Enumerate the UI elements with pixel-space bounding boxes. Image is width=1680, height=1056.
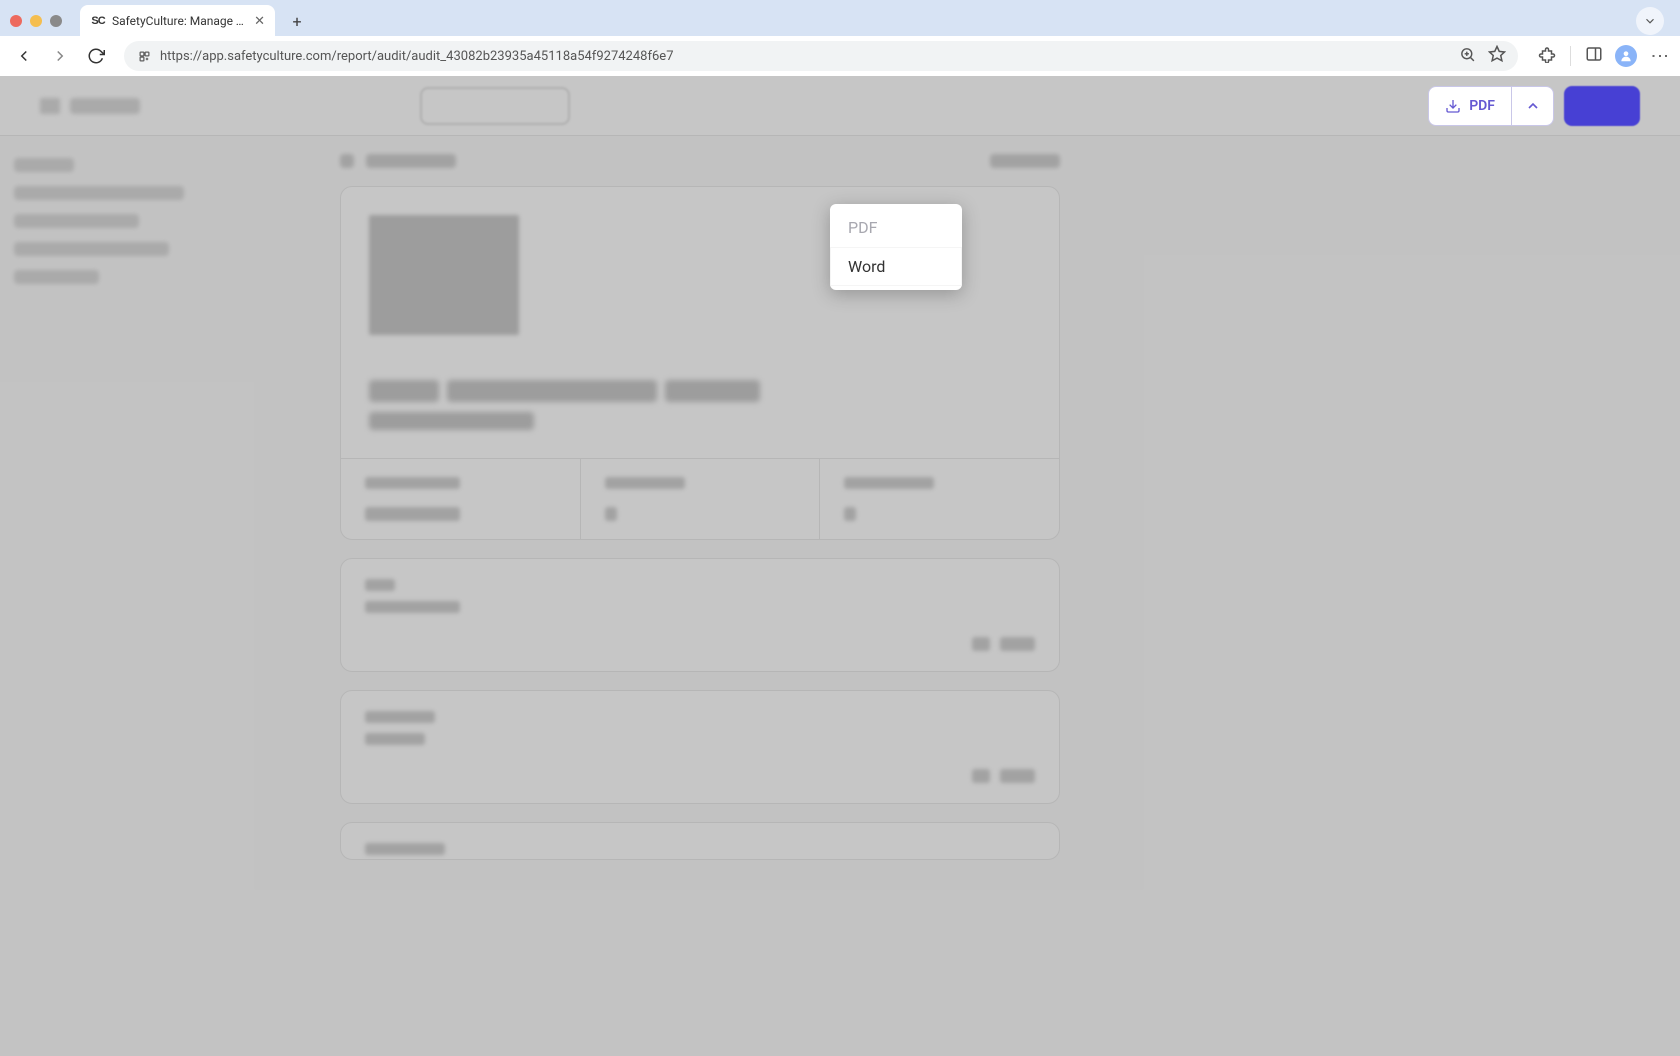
download-button-label: PDF bbox=[1469, 98, 1495, 114]
sidebar-item[interactable] bbox=[14, 270, 99, 284]
section-action[interactable] bbox=[1000, 769, 1035, 783]
download-format-toggle[interactable] bbox=[1512, 86, 1554, 126]
breadcrumb-icon[interactable] bbox=[340, 154, 354, 168]
meta-value bbox=[365, 507, 460, 521]
meta-col bbox=[820, 459, 1059, 539]
sidebar-item[interactable] bbox=[14, 214, 139, 228]
download-format-dropdown: PDF Word bbox=[830, 204, 962, 290]
meta-value bbox=[844, 507, 856, 521]
breadcrumb-row bbox=[340, 154, 1060, 168]
section-action[interactable] bbox=[1000, 637, 1035, 651]
tab-favicon: SC bbox=[90, 13, 106, 29]
url-text: https://app.safetyculture.com/report/aud… bbox=[160, 49, 1451, 64]
section-title bbox=[365, 579, 395, 591]
address-row: https://app.safetyculture.com/report/aud… bbox=[0, 36, 1680, 76]
sidebar-item[interactable] bbox=[14, 186, 184, 200]
breadcrumb-text bbox=[366, 154, 456, 168]
brand-logo bbox=[70, 98, 140, 114]
close-tab-icon[interactable]: ✕ bbox=[254, 14, 265, 29]
sidebar bbox=[0, 136, 280, 1056]
section-value bbox=[365, 733, 425, 745]
download-pdf-button[interactable]: PDF bbox=[1428, 86, 1512, 126]
address-bar[interactable]: https://app.safetyculture.com/report/aud… bbox=[124, 41, 1518, 71]
subtitle bbox=[369, 412, 534, 430]
browser-tab[interactable]: SC SafetyCulture: Manage Teams and... ✕ bbox=[80, 5, 275, 37]
browser-actions: ⋮ bbox=[1538, 45, 1670, 67]
download-split-button: PDF bbox=[1428, 86, 1640, 126]
maximize-window-button[interactable] bbox=[50, 15, 62, 27]
reload-button[interactable] bbox=[82, 42, 110, 70]
minimize-window-button[interactable] bbox=[30, 15, 42, 27]
main-content bbox=[280, 136, 1680, 1056]
report-section-card bbox=[340, 822, 1060, 860]
meta-label bbox=[844, 477, 934, 489]
zoom-icon[interactable] bbox=[1459, 46, 1476, 67]
app-viewport: PDF bbox=[0, 76, 1680, 1056]
meta-col bbox=[581, 459, 821, 539]
bookmark-icon[interactable] bbox=[1488, 45, 1506, 67]
dropdown-item-pdf[interactable]: PDF bbox=[830, 208, 962, 247]
new-tab-button[interactable]: + bbox=[283, 7, 311, 35]
window-controls bbox=[10, 15, 62, 27]
search-input[interactable] bbox=[420, 87, 570, 125]
app-header: PDF bbox=[0, 76, 1680, 136]
tab-title: SafetyCulture: Manage Teams and... bbox=[112, 14, 248, 28]
tabs-dropdown-button[interactable] bbox=[1636, 7, 1664, 35]
extensions-icon[interactable] bbox=[1538, 45, 1556, 67]
tab-bar: SC SafetyCulture: Manage Teams and... ✕ … bbox=[0, 0, 1680, 36]
meta-row bbox=[341, 458, 1059, 539]
meta-col bbox=[341, 459, 581, 539]
sidebar-heading bbox=[14, 158, 74, 172]
section-title bbox=[365, 711, 435, 723]
menu-icon[interactable] bbox=[40, 98, 60, 114]
title-segment bbox=[447, 380, 657, 402]
title-segment bbox=[665, 380, 760, 402]
site-settings-icon[interactable] bbox=[136, 48, 152, 64]
title-segment bbox=[369, 380, 439, 402]
section-value bbox=[365, 601, 460, 613]
meta-label bbox=[605, 477, 685, 489]
kebab-menu-icon[interactable]: ⋮ bbox=[1649, 47, 1670, 65]
section-action[interactable] bbox=[972, 637, 990, 651]
report-section-card bbox=[340, 690, 1060, 804]
report-section-card bbox=[340, 558, 1060, 672]
primary-action-button[interactable] bbox=[1564, 86, 1640, 126]
side-panel-icon[interactable] bbox=[1585, 45, 1603, 67]
section-title bbox=[365, 843, 445, 855]
section-action[interactable] bbox=[972, 769, 990, 783]
forward-button[interactable] bbox=[46, 42, 74, 70]
profile-avatar[interactable] bbox=[1615, 45, 1637, 67]
meta-value bbox=[605, 507, 617, 521]
back-button[interactable] bbox=[10, 42, 38, 70]
sidebar-item[interactable] bbox=[14, 242, 169, 256]
meta-label bbox=[365, 477, 460, 489]
dropdown-item-word[interactable]: Word bbox=[830, 247, 962, 286]
close-window-button[interactable] bbox=[10, 15, 22, 27]
breadcrumb-action[interactable] bbox=[990, 154, 1060, 168]
browser-chrome: SC SafetyCulture: Manage Teams and... ✕ … bbox=[0, 0, 1680, 76]
cover-image bbox=[369, 215, 519, 335]
